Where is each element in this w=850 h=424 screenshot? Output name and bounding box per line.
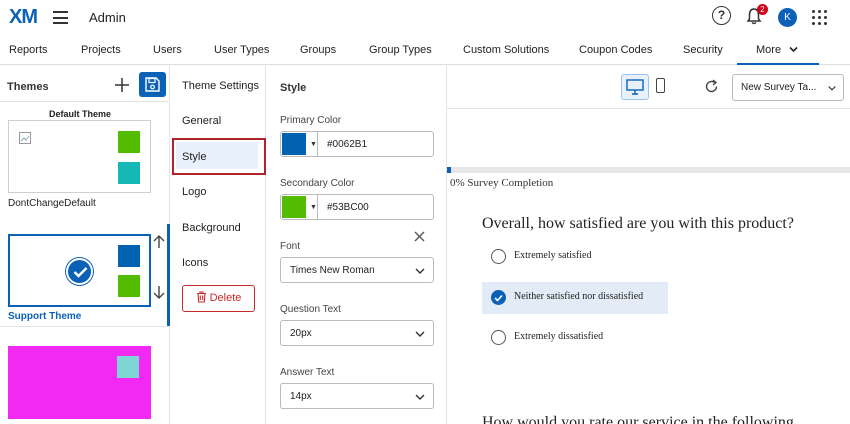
radio-button-checked[interactable] — [491, 290, 506, 305]
answer-option[interactable]: Extremely dissatisfied — [482, 322, 668, 354]
move-down-arrow-icon[interactable] — [153, 285, 165, 302]
theme-card-support-theme[interactable] — [8, 234, 151, 307]
broken-image-icon — [19, 132, 31, 144]
style-settings-panel: Style Primary Color ▼ #0062B1 Secondary … — [266, 65, 447, 424]
secondary-color-swatch — [117, 356, 139, 378]
preview-toolbar: New Survey Ta... — [447, 65, 850, 109]
theme-name-dontchangedefault: DontChangeDefault — [8, 198, 96, 209]
secondary-color-picker[interactable]: ▼ — [280, 194, 318, 220]
font-select[interactable]: Times New Roman — [280, 257, 434, 283]
app-switcher-icon[interactable] — [812, 10, 827, 25]
survey-preview: New Survey Ta... 0% Survey Completion Ov… — [447, 65, 850, 424]
answer-text-size-value: 14px — [290, 391, 312, 402]
primary-color-hex-input[interactable]: #0062B1 — [317, 131, 434, 157]
xm-logo[interactable]: XM — [9, 6, 38, 29]
notification-count-badge: 2 — [757, 4, 768, 15]
survey-select-dropdown[interactable]: New Survey Ta... — [732, 74, 844, 101]
user-avatar[interactable]: K — [778, 8, 797, 27]
radio-button[interactable] — [491, 249, 506, 264]
primary-color-swatch — [118, 245, 140, 267]
theme-name-support-theme: Support Theme — [8, 311, 82, 322]
nav-reports[interactable]: Reports — [9, 44, 48, 56]
answer-option[interactable]: Extremely satisfied — [482, 241, 668, 273]
nav-more-label: More — [756, 44, 782, 56]
themes-panel: Themes Default Theme DontChangeDefault S… — [0, 65, 170, 424]
settings-nav-icons[interactable]: Icons — [182, 257, 208, 269]
selected-check-icon — [66, 258, 93, 285]
answer-label: Neither satisfied nor dissatisfied — [514, 291, 644, 302]
answer-label: Extremely satisfied — [514, 250, 592, 261]
settings-nav-general[interactable]: General — [182, 115, 221, 127]
delete-label: Delete — [209, 292, 242, 304]
nav-security[interactable]: Security — [683, 44, 723, 56]
survey-progress-fill — [447, 167, 452, 173]
question-text-label: Question Text — [280, 304, 341, 315]
radio-button[interactable] — [491, 330, 506, 345]
style-heading: Style — [280, 82, 307, 94]
secondary-color-swatch — [118, 162, 140, 184]
progress-text: 0% Survey Completion — [450, 177, 554, 189]
nav-projects[interactable]: Projects — [81, 44, 121, 56]
trash-icon — [196, 291, 206, 303]
nav-more[interactable]: More — [756, 44, 798, 56]
save-disk-icon — [145, 77, 160, 92]
save-theme-button[interactable] — [139, 72, 166, 97]
survey-progress-bar — [447, 167, 850, 173]
theme-settings-nav: Theme Settings General Style Logo Backgr… — [170, 65, 266, 424]
secondary-color-label: Secondary Color — [280, 178, 355, 189]
question-text: Overall, how satisfied are you with this… — [482, 215, 794, 232]
nav-user-types[interactable]: User Types — [214, 44, 269, 56]
answer-text-size-select[interactable]: 14px — [280, 383, 434, 409]
admin-nav-bar: Reports Projects Users User Types Groups… — [0, 36, 850, 65]
add-theme-plus-icon[interactable] — [115, 78, 129, 92]
close-icon[interactable] — [414, 231, 425, 242]
answer-option-selected[interactable]: Neither satisfied nor dissatisfied — [482, 282, 668, 314]
answer-label: Extremely dissatisfied — [514, 331, 604, 342]
survey-select-value: New Survey Ta... — [741, 82, 817, 93]
nav-group-types[interactable]: Group Types — [369, 44, 432, 56]
themes-divider — [0, 101, 169, 102]
secondary-color-hex-input[interactable]: #53BC00 — [317, 194, 434, 220]
chevron-down-icon — [415, 394, 425, 400]
hamburger-menu-icon[interactable] — [53, 11, 68, 24]
default-theme-label: Default Theme — [48, 109, 111, 119]
chevron-down-icon — [415, 268, 425, 274]
theme-card-dontchangedefault[interactable] — [8, 120, 151, 193]
chevron-down-icon — [789, 46, 798, 53]
nav-users[interactable]: Users — [153, 44, 182, 56]
top-bar: XM Admin ? 2 K — [0, 0, 850, 36]
check-icon — [494, 294, 503, 302]
settings-nav-logo[interactable]: Logo — [182, 186, 206, 198]
delete-theme-button[interactable]: Delete — [182, 285, 255, 312]
answer-text-label: Answer Text — [280, 367, 335, 378]
help-icon[interactable]: ? — [712, 6, 731, 25]
font-label: Font — [280, 241, 301, 252]
desktop-monitor-icon — [626, 79, 644, 95]
mobile-view-icon[interactable] — [656, 78, 665, 93]
nav-groups[interactable]: Groups — [300, 44, 336, 56]
chevron-down-icon — [825, 85, 837, 93]
move-up-arrow-icon[interactable] — [153, 235, 165, 252]
themes-heading: Themes — [7, 81, 49, 93]
highlight-box — [172, 138, 266, 175]
theme-card-magenta[interactable] — [8, 346, 151, 419]
nav-coupon-codes[interactable]: Coupon Codes — [579, 44, 652, 56]
next-question-text: How would you rate our service in the fo… — [482, 414, 794, 424]
nav-custom-solutions[interactable]: Custom Solutions — [463, 44, 549, 56]
primary-color-label: Primary Color — [280, 115, 342, 126]
question-text-size-value: 20px — [290, 328, 312, 339]
secondary-color-swatch — [118, 275, 140, 297]
theme-settings-heading: Theme Settings — [182, 80, 260, 92]
question-text-size-select[interactable]: 20px — [280, 320, 434, 346]
chevron-down-icon — [415, 331, 425, 337]
primary-color-picker[interactable]: ▼ — [280, 131, 318, 157]
font-select-value: Times New Roman — [290, 265, 375, 276]
primary-color-swatch — [118, 131, 140, 153]
themes-divider — [0, 326, 169, 327]
desktop-view-button[interactable] — [621, 74, 649, 100]
refresh-icon[interactable] — [704, 79, 719, 94]
settings-nav-background[interactable]: Background — [182, 222, 241, 234]
page-title: Admin — [89, 10, 126, 25]
